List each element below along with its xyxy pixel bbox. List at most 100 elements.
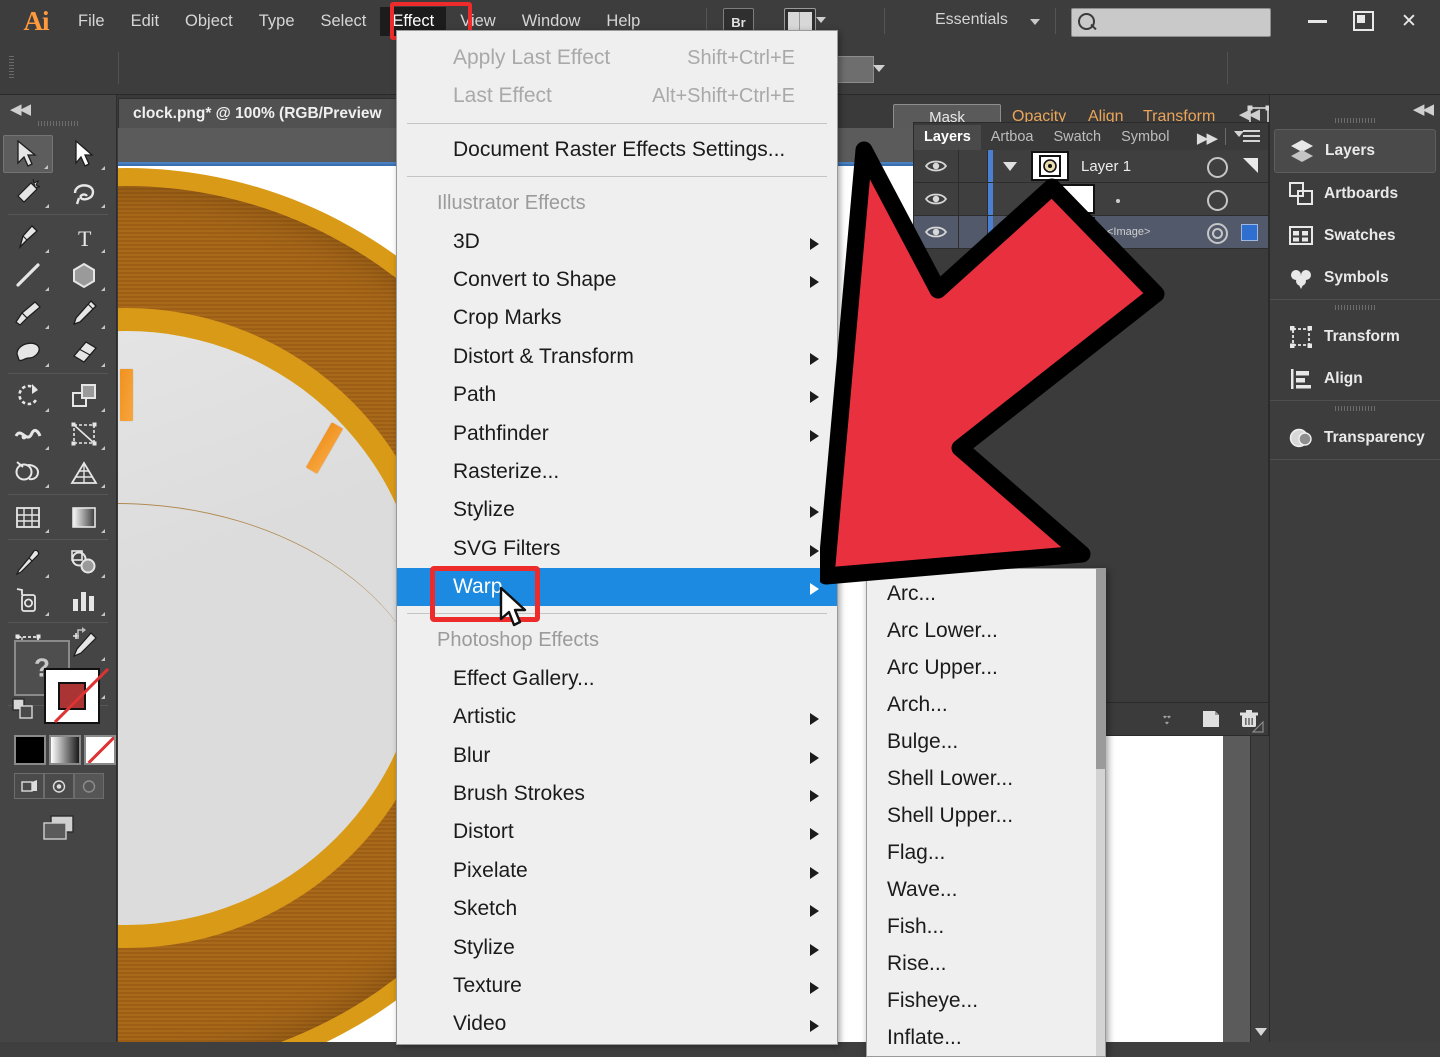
warp-item-arc-upper[interactable]: Arc Upper...: [867, 649, 1105, 686]
dock-item-align[interactable]: Align: [1274, 358, 1436, 400]
dock-item-transform[interactable]: Transform: [1274, 316, 1436, 358]
effect-menu-item-svg-filters[interactable]: SVG Filters: [397, 530, 837, 568]
effect-menu-item-sketch[interactable]: Sketch: [397, 890, 837, 928]
layer-row[interactable]: [914, 183, 1268, 216]
layer-row[interactable]: <Image>: [914, 216, 1268, 249]
panel-tab-layers[interactable]: Layers: [914, 125, 981, 150]
target-indicator-icon[interactable]: [1207, 157, 1228, 178]
effect-menu-item-last-effect[interactable]: Last Effect Alt+Shift+Ctrl+E: [397, 77, 837, 115]
gradient-mode-button[interactable]: [49, 735, 81, 765]
layer-lock-cell[interactable]: [959, 183, 988, 215]
effect-menu-item-document-raster-effects-settings[interactable]: Document Raster Effects Settings...: [397, 131, 837, 169]
draw-inside-button[interactable]: [74, 773, 104, 799]
panel-tab-symbol[interactable]: Symbol: [1111, 125, 1180, 150]
magic-wand-tool[interactable]: [3, 173, 53, 211]
layer-lock-cell[interactable]: [959, 216, 988, 248]
panel-tab-swatch[interactable]: Swatch: [1043, 125, 1112, 150]
layer-lock-cell[interactable]: [959, 150, 988, 182]
dock-item-layers[interactable]: Layers: [1274, 129, 1436, 173]
warp-item-fish[interactable]: Fish...: [867, 908, 1105, 945]
warp-submenu[interactable]: Arc... Arc Lower... Arc Upper... Arch... Bul…: [866, 568, 1106, 1057]
effect-menu-item-convert-to-shape[interactable]: Convert to Shape: [397, 261, 837, 299]
new-layer-icon[interactable]: [1192, 703, 1230, 735]
direct-selection-tool[interactable]: [59, 135, 109, 173]
blob-brush-tool[interactable]: [3, 332, 53, 370]
layer-row[interactable]: Layer 1: [914, 150, 1268, 183]
none-mode-button[interactable]: [84, 735, 116, 765]
width-tool[interactable]: [3, 415, 53, 453]
eraser-tool[interactable]: [59, 332, 109, 370]
shape-builder-tool[interactable]: [3, 453, 53, 491]
line-segment-tool[interactable]: [3, 256, 53, 294]
warp-item-arch[interactable]: Arch...: [867, 686, 1105, 723]
rotate-tool[interactable]: [3, 377, 53, 415]
effect-menu-item-pixelate[interactable]: Pixelate: [397, 852, 837, 890]
effect-menu-item-stylize[interactable]: Stylize: [397, 929, 837, 967]
chevron-down-icon[interactable]: [1030, 19, 1040, 25]
gradient-tool[interactable]: [59, 498, 109, 536]
close-button[interactable]: ✕: [1386, 0, 1432, 42]
effect-menu-item-effect-gallery[interactable]: Effect Gallery...: [397, 660, 837, 698]
panel-resize-handle[interactable]: [1251, 720, 1264, 733]
layer-visibility-icon[interactable]: [914, 216, 959, 248]
menu-file[interactable]: File: [66, 7, 117, 36]
lasso-tool[interactable]: [59, 173, 109, 211]
layer-name[interactable]: Layer 1: [1069, 158, 1268, 175]
dock-item-swatches[interactable]: Swatches: [1274, 215, 1436, 257]
fill-swatch[interactable]: [836, 56, 874, 83]
tools-grip[interactable]: [38, 121, 78, 126]
effect-menu-item-3d[interactable]: 3D: [397, 223, 837, 261]
pen-tool[interactable]: [3, 218, 53, 256]
stroke-color-swatch[interactable]: [44, 667, 110, 724]
warp-item-flag[interactable]: Flag...: [867, 834, 1105, 871]
column-graph-tool[interactable]: [59, 581, 109, 619]
perspective-grid-tool[interactable]: [59, 453, 109, 491]
effect-menu-item-blur[interactable]: Blur: [397, 737, 837, 775]
effect-menu-item-video[interactable]: Video: [397, 1005, 837, 1043]
warp-item-shell-lower[interactable]: Shell Lower...: [867, 760, 1105, 797]
warp-item-fisheye[interactable]: Fisheye...: [867, 982, 1105, 1019]
search-input[interactable]: [1071, 8, 1271, 37]
symbol-sprayer-tool[interactable]: [3, 581, 53, 619]
target-indicator-icon[interactable]: [1207, 190, 1228, 211]
maximize-button[interactable]: [1340, 0, 1386, 42]
dock-item-symbols[interactable]: Symbols: [1274, 257, 1436, 299]
dock-group-grip[interactable]: [1335, 305, 1375, 310]
paintbrush-tool[interactable]: [3, 294, 53, 332]
menu-edit[interactable]: Edit: [119, 7, 171, 36]
draw-normal-button[interactable]: [14, 773, 44, 799]
color-mode-button[interactable]: [14, 735, 46, 765]
pencil-tool[interactable]: [59, 294, 109, 332]
document-tab[interactable]: clock.png* @ 100% (RGB/Preview: [118, 98, 397, 130]
menu-select[interactable]: Select: [309, 7, 379, 36]
effect-menu-item-artistic[interactable]: Artistic: [397, 698, 837, 736]
layer-visibility-icon[interactable]: [914, 183, 959, 215]
effect-menu-item-apply-last-effect[interactable]: Apply Last Effect Shift+Ctrl+E: [397, 39, 837, 77]
swap-fill-stroke-icon[interactable]: [76, 626, 94, 642]
warp-item-bulge[interactable]: Bulge...: [867, 723, 1105, 760]
locate-object-icon[interactable]: ⌖⌖ ⌖: [1154, 703, 1192, 735]
warp-item-arc-lower[interactable]: Arc Lower...: [867, 612, 1105, 649]
panel-menu-icon[interactable]: [1234, 130, 1260, 144]
effect-menu-item-warp[interactable]: Warp: [397, 568, 837, 607]
blend-tool[interactable]: [59, 543, 109, 581]
warp-item-rise[interactable]: Rise...: [867, 945, 1105, 982]
dock-group-grip[interactable]: [1335, 406, 1375, 411]
mesh-tool[interactable]: [3, 498, 53, 536]
effect-menu-item-texture[interactable]: Texture: [397, 967, 837, 1005]
dock-group-grip[interactable]: [1335, 118, 1375, 123]
eyedropper-tool[interactable]: [3, 543, 53, 581]
draw-behind-button[interactable]: [44, 773, 74, 799]
polygon-tool[interactable]: [59, 256, 109, 294]
scrollbar-thumb[interactable]: [1096, 569, 1105, 769]
effect-menu-item-path[interactable]: Path: [397, 376, 837, 414]
effect-menu-item-stylize[interactable]: Stylize: [397, 491, 837, 529]
type-tool[interactable]: T: [59, 218, 109, 256]
default-fill-stroke-icon[interactable]: [12, 698, 34, 720]
scale-tool[interactable]: [59, 377, 109, 415]
panel-tab-artboa[interactable]: Artboa: [980, 125, 1044, 150]
effect-menu-item-pathfinder[interactable]: Pathfinder: [397, 415, 837, 453]
minimize-button[interactable]: [1294, 0, 1340, 42]
warp-submenu-scrollbar[interactable]: [1096, 569, 1105, 1056]
scroll-down-icon[interactable]: [1255, 1028, 1267, 1036]
